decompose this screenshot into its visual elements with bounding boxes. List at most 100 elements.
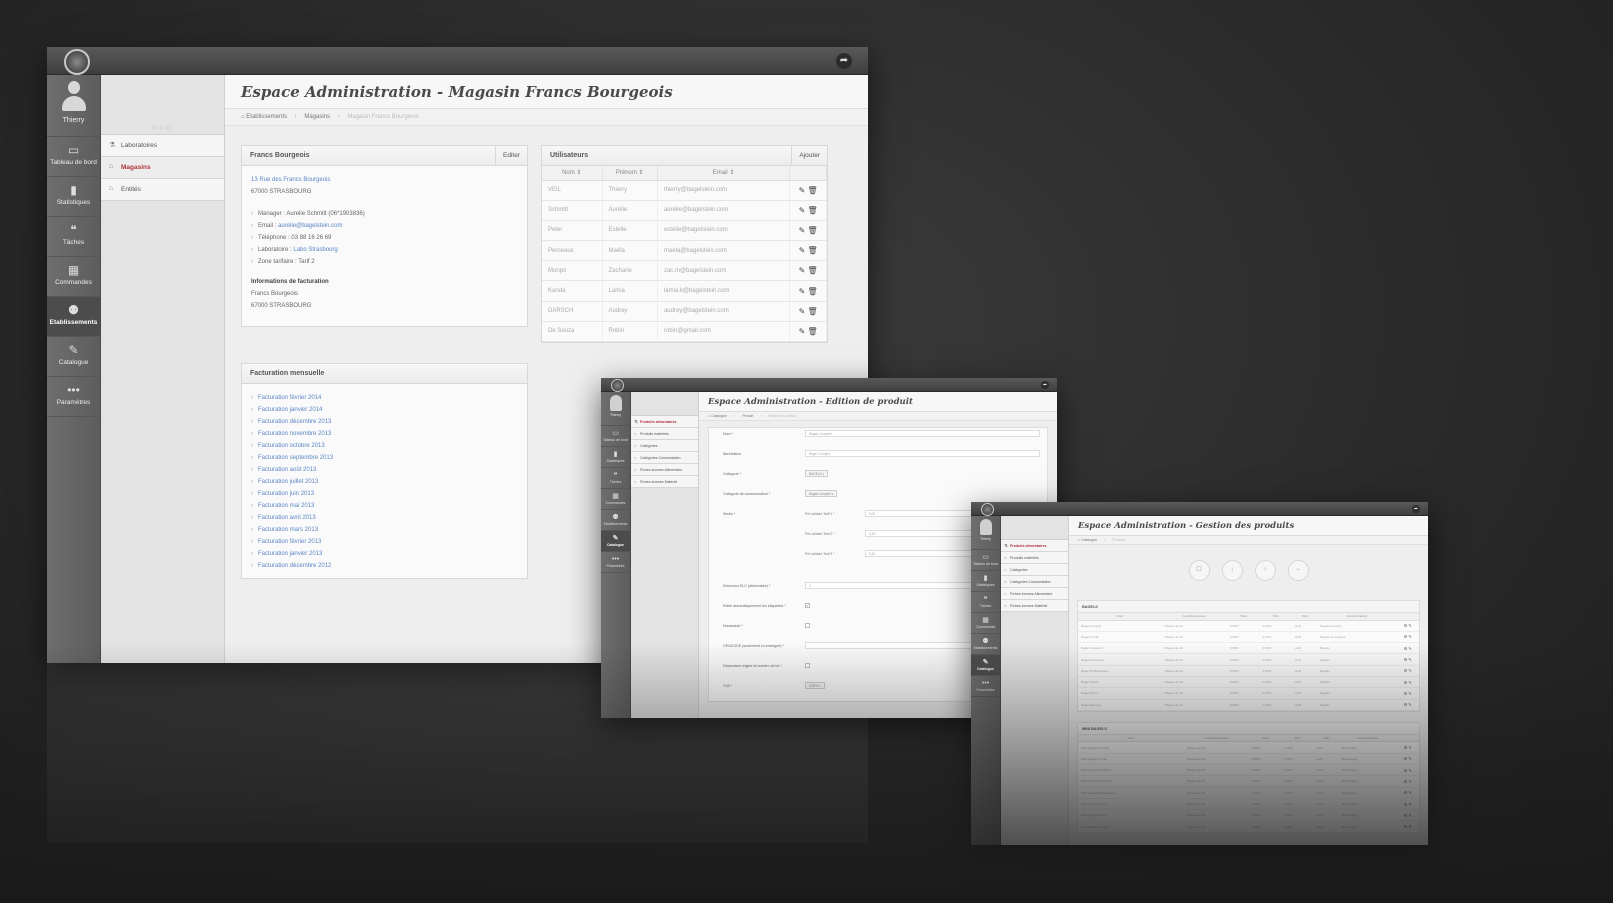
- sub-nav-item[interactable]: ⚗ Laboratoires: [101, 135, 224, 157]
- store-address[interactable]: 13 Rue des Francs Bourgeois: [251, 174, 518, 186]
- select-field[interactable]: BAGELS ▾: [805, 470, 829, 477]
- column-header[interactable]: Prix: [1259, 613, 1293, 621]
- column-header[interactable]: Nom ⇕: [542, 166, 603, 181]
- pencil-icon[interactable]: ✎: [799, 307, 808, 316]
- column-header[interactable]: Consommation: [1317, 613, 1397, 621]
- nav-item[interactable]: ❝ Tâches: [47, 217, 100, 257]
- nav-item[interactable]: ▦ Commandes: [971, 613, 1000, 634]
- column-header[interactable]: Email ⇕: [657, 166, 791, 181]
- billing-link[interactable]: Facturation décembre 2013: [251, 416, 518, 428]
- sub-nav-item[interactable]: ⌂ Entités: [101, 179, 224, 201]
- billing-link[interactable]: Facturation avril 2013: [251, 512, 518, 524]
- sub-nav-item[interactable]: ⌂ Fiches-bonnes Alimentaire: [1001, 588, 1068, 600]
- column-header[interactable]: Total: [1248, 734, 1282, 743]
- nav-item[interactable]: ✎ Catalogue: [47, 337, 100, 377]
- billing-link[interactable]: Facturation février 2013: [251, 536, 518, 548]
- nav-item[interactable]: ⚉ Etablissements: [601, 510, 630, 531]
- table-row[interactable]: Perrieaux Maëla maela@bagelstein.com ✎ 🗑: [542, 240, 827, 262]
- table-row[interactable]: Kanda Lamia lamia.k@bagelstein.com ✎ 🗑: [542, 280, 827, 302]
- pencil-icon[interactable]: ✎: [1408, 702, 1411, 707]
- nav-item[interactable]: ••• Paramètres: [601, 552, 630, 573]
- table-row[interactable]: Bagel Multicéréales Plaque de 10 5,50% 0,50…: [1078, 665, 1419, 677]
- user-profile[interactable]: Thierry: [601, 392, 630, 426]
- pencil-icon[interactable]: ✎: [1408, 745, 1411, 750]
- sub-nav-item[interactable]: ⌂ Magasins: [101, 157, 224, 179]
- brand-logo[interactable]: [64, 49, 90, 75]
- new-product-icon[interactable]: ☐: [1188, 560, 1210, 581]
- sub-nav-item[interactable]: ⚗ Produits alimentaires: [1001, 540, 1068, 552]
- remove-icon[interactable]: −: [1287, 560, 1309, 581]
- home-icon[interactable]: ⌂: [241, 114, 245, 120]
- brand-logo[interactable]: [611, 379, 624, 392]
- table-row[interactable]: Mini Bagels Multicéréales Plaque de 20 5,5…: [1078, 787, 1419, 799]
- nav-item[interactable]: ••• Paramètres: [47, 377, 100, 417]
- pencil-icon[interactable]: ✎: [1408, 824, 1411, 829]
- pencil-icon[interactable]: ✎: [1408, 756, 1411, 761]
- logout-icon[interactable]: ➦: [1041, 381, 1049, 389]
- download-icon[interactable]: ↓: [1221, 560, 1243, 581]
- checkbox[interactable]: [805, 623, 810, 628]
- pencil-icon[interactable]: ✎: [799, 246, 808, 255]
- billing-link[interactable]: Facturation mars 2013: [251, 524, 518, 536]
- pencil-icon[interactable]: ✎: [1408, 790, 1411, 795]
- pencil-icon[interactable]: ✎: [1408, 623, 1411, 628]
- checkbox[interactable]: ✓: [805, 603, 810, 608]
- upload-icon[interactable]: ↑: [1254, 560, 1276, 581]
- pencil-icon[interactable]: ✎: [1408, 680, 1411, 685]
- nav-item[interactable]: ▮ Statistiques: [601, 447, 630, 468]
- column-header[interactable]: Consommation: [1338, 734, 1397, 743]
- trash-icon[interactable]: 🗑: [808, 186, 818, 195]
- billing-link[interactable]: Facturation février 2014: [251, 392, 518, 404]
- breadcrumb-item[interactable]: Etablissements: [246, 114, 287, 120]
- billing-link[interactable]: Facturation juillet 2013: [251, 476, 518, 488]
- trash-icon[interactable]: 🗑: [808, 206, 818, 215]
- nav-item[interactable]: ✎ Catalogue: [601, 531, 630, 552]
- trash-icon[interactable]: 🗑: [808, 307, 818, 316]
- pencil-icon[interactable]: ✎: [799, 266, 808, 275]
- pencil-icon[interactable]: ✎: [799, 206, 808, 215]
- table-row[interactable]: Bagel Cranberry Plaque de 10 5,50% 0,50 € Ac…: [1078, 642, 1419, 655]
- sort-icon[interactable]: ⇕: [575, 170, 581, 176]
- nav-item[interactable]: ▮ Statistiques: [971, 571, 1000, 592]
- collapse-handle[interactable]: ○○○: [101, 75, 224, 135]
- table-row[interactable]: Mini Bagels Cranberry Plaque de 20 5,50% 0,…: [1078, 764, 1419, 777]
- sort-icon[interactable]: ⇕: [637, 170, 644, 176]
- text-input[interactable]: Bagels Complet: [805, 430, 1040, 437]
- billing-link[interactable]: Facturation janvier 2013: [251, 548, 518, 560]
- table-row[interactable]: DARSCH Audrey audrey@bagelstein.com ✎ 🗑: [542, 301, 827, 322]
- sub-nav-item[interactable]: ⌂ Fiches-bonnes Alimentaire: [631, 464, 698, 476]
- pencil-icon[interactable]: ✎: [1408, 634, 1411, 639]
- nav-item[interactable]: ❝ Tâches: [601, 468, 630, 489]
- table-row[interactable]: Bagel Complet Plaque de 10 5,50% 0,50 € Acti…: [1078, 620, 1419, 632]
- column-header[interactable]: Conditionnement: [1161, 613, 1227, 621]
- pencil-icon[interactable]: ✎: [1408, 779, 1411, 784]
- nav-item[interactable]: ⚉ Etablissements: [971, 634, 1000, 655]
- breadcrumb-item[interactable]: Catalogue: [711, 414, 727, 418]
- column-header[interactable]: Nom: [1078, 613, 1162, 621]
- home-icon[interactable]: ⌂: [1078, 538, 1080, 542]
- sub-nav-item[interactable]: ⚗ Produits alimentaires: [631, 416, 698, 428]
- nav-item[interactable]: ▦ Commandes: [47, 257, 100, 297]
- pencil-icon[interactable]: ✎: [799, 186, 808, 195]
- email-link[interactable]: aurelie@bagelstein.com: [278, 223, 342, 229]
- sub-nav-item[interactable]: ⌂ Catégories: [1001, 564, 1068, 576]
- table-row[interactable]: Peter Estelle estelle@bagelstein.com ✎ 🗑: [542, 220, 827, 242]
- billing-link[interactable]: Facturation novembre 2013: [251, 428, 518, 440]
- sub-nav-item[interactable]: ⌂ Catégories Consomtation: [1001, 576, 1068, 588]
- table-row[interactable]: VEIL Thierry thierry@bagelstein.com ✎ 🗑: [542, 180, 827, 201]
- checkbox[interactable]: [805, 663, 810, 668]
- sub-nav-item[interactable]: ⌂ Produits matériels: [631, 428, 698, 440]
- pencil-icon[interactable]: ✎: [1408, 691, 1411, 696]
- billing-link[interactable]: Facturation janvier 2014: [251, 404, 518, 416]
- trash-icon[interactable]: 🗑: [808, 246, 818, 255]
- text-input[interactable]: Bagel Complet: [805, 450, 1040, 457]
- pencil-icon[interactable]: ✎: [1408, 668, 1411, 673]
- table-row[interactable]: Bagel Nature Plaque de 10 5,50% 0,50 € Actif…: [1078, 676, 1419, 689]
- breadcrumb-item[interactable]: Magasins: [304, 114, 330, 120]
- billing-link[interactable]: Facturation décembre 2012: [251, 560, 518, 572]
- trash-icon[interactable]: 🗑: [808, 226, 818, 235]
- column-header[interactable]: Total: [1226, 613, 1260, 621]
- nav-item[interactable]: ✎ Catalogue: [971, 655, 1000, 676]
- pencil-icon[interactable]: ✎: [1408, 802, 1411, 807]
- pencil-icon[interactable]: ✎: [1408, 813, 1411, 818]
